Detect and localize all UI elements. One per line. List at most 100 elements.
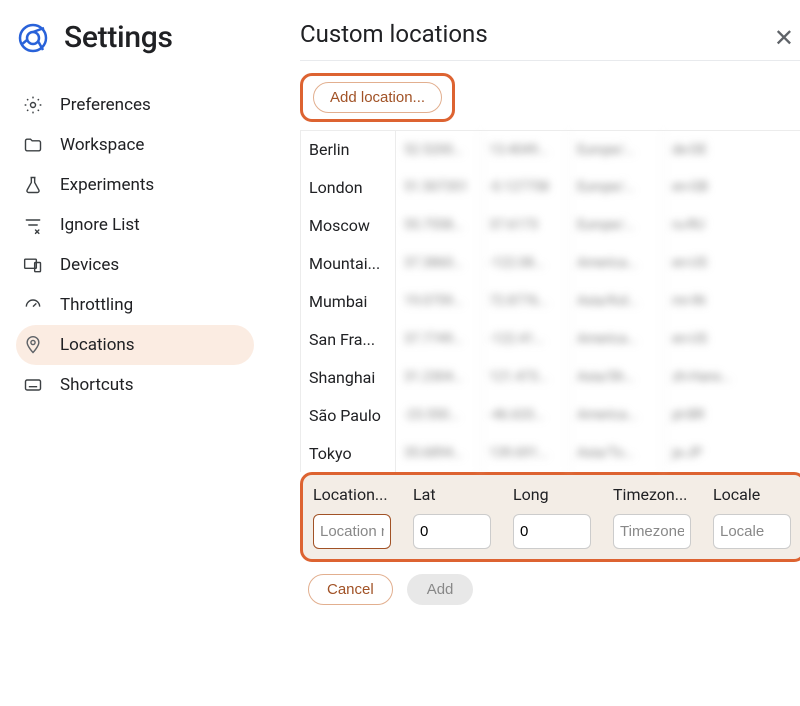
cell-lat: 52.5200...: [396, 131, 481, 168]
table-row[interactable]: Shanghai31.2304...121.473...Asia/Sh...zh…: [300, 358, 800, 396]
cell-name: Tokyo: [301, 434, 396, 472]
cell-locale: ja-JP: [664, 434, 744, 472]
cell-locale: pt-BR: [664, 396, 744, 434]
cell-tz: Europe/...: [569, 206, 664, 244]
input-timezone[interactable]: [613, 514, 691, 549]
nav-shortcuts[interactable]: Shortcuts: [16, 365, 254, 405]
gear-icon: [22, 94, 44, 116]
table-row[interactable]: San Fra...37.7749...-122.41...America...…: [300, 320, 800, 358]
form-footer: Cancel Add: [300, 562, 800, 617]
nav-item-label: Devices: [60, 255, 119, 275]
cell-lng: 139.691...: [481, 434, 569, 472]
keyboard-icon: [22, 374, 44, 396]
add-location-button[interactable]: Add location...: [313, 82, 442, 113]
cell-name: London: [301, 168, 396, 206]
cell-lng: 37.6173: [481, 206, 569, 244]
cell-lng: 72.8776...: [481, 282, 569, 320]
nav-item-label: Ignore List: [60, 215, 140, 235]
cell-name: Moscow: [301, 206, 396, 244]
input-lat[interactable]: [413, 514, 491, 549]
highlight-new-location-form: Location... Lat Long Timezon... Locale: [300, 472, 800, 562]
cell-lat: 37.7749...: [396, 320, 481, 358]
folder-icon: [22, 134, 44, 156]
cell-lat: 31.2304...: [396, 358, 481, 396]
cell-lng: -122.08...: [481, 244, 569, 282]
cell-lat: 51.507351: [396, 168, 481, 206]
label-lat: Lat: [413, 485, 493, 504]
table-row[interactable]: Mumbai19.0759...72.8776...Asia/Kol...mr-…: [300, 282, 800, 320]
cell-lng: 13.4049...: [481, 131, 569, 168]
cell-locale: en-US: [664, 244, 744, 282]
cell-lat: 35.6894...: [396, 434, 481, 472]
table-row[interactable]: Berlin52.5200...13.4049...Europe/...de-D…: [300, 130, 800, 168]
label-timezone: Timezon...: [613, 485, 693, 504]
chrome-logo-icon: [18, 23, 48, 53]
table-row[interactable]: London51.507351-0.127758Europe/...en-GB: [300, 168, 800, 206]
cell-tz: Asia/To...: [569, 434, 664, 472]
devices-icon: [22, 254, 44, 276]
cell-tz: America...: [569, 320, 664, 358]
cell-lng: -0.127758: [481, 168, 569, 206]
sidebar-nav: Preferences Workspace Experiments Ignore…: [16, 85, 254, 405]
gauge-icon: [22, 294, 44, 316]
nav-locations[interactable]: Locations: [16, 325, 254, 365]
cell-locale: mr-IN: [664, 282, 744, 320]
cell-lng: 121.473...: [481, 358, 569, 396]
cell-tz: America...: [569, 244, 664, 282]
cell-lat: -23.550...: [396, 396, 481, 434]
nav-devices[interactable]: Devices: [16, 245, 254, 285]
settings-sidebar: Settings Preferences Workspace Experimen…: [16, 20, 254, 706]
sidebar-header: Settings: [18, 20, 254, 55]
nav-experiments[interactable]: Experiments: [16, 165, 254, 205]
nav-throttling[interactable]: Throttling: [16, 285, 254, 325]
cell-name: Berlin: [301, 131, 396, 168]
cell-tz: America...: [569, 396, 664, 434]
input-location-name[interactable]: [313, 514, 391, 549]
cell-locale: zh-Hans...: [664, 358, 744, 396]
panel-title: Custom locations: [300, 20, 800, 48]
divider: [300, 60, 800, 61]
cell-lng: -122.41...: [481, 320, 569, 358]
locations-table: Berlin52.5200...13.4049...Europe/...de-D…: [300, 130, 800, 472]
nav-ignore-list[interactable]: Ignore List: [16, 205, 254, 245]
cell-name: Mountai...: [301, 244, 396, 282]
cell-tz: Europe/...: [569, 131, 664, 168]
table-row[interactable]: Tokyo35.6894...139.691...Asia/To...ja-JP: [300, 434, 800, 472]
cell-tz: Europe/...: [569, 168, 664, 206]
cell-locale: ru-RU: [664, 206, 744, 244]
nav-preferences[interactable]: Preferences: [16, 85, 254, 125]
nav-item-label: Experiments: [60, 175, 154, 195]
cell-tz: Asia/Sh...: [569, 358, 664, 396]
cell-name: San Fra...: [301, 320, 396, 358]
cell-lat: 55.7558...: [396, 206, 481, 244]
cancel-button[interactable]: Cancel: [308, 574, 393, 605]
cell-lng: -46.633...: [481, 396, 569, 434]
input-locale[interactable]: [713, 514, 791, 549]
location-pin-icon: [22, 334, 44, 356]
cell-name: Shanghai: [301, 358, 396, 396]
nav-item-label: Preferences: [60, 95, 151, 115]
nav-item-label: Workspace: [60, 135, 144, 155]
nav-item-label: Throttling: [60, 295, 133, 315]
table-row[interactable]: São Paulo-23.550...-46.633...America...p…: [300, 396, 800, 434]
flask-icon: [22, 174, 44, 196]
cell-name: Mumbai: [301, 282, 396, 320]
nav-item-label: Locations: [60, 335, 135, 355]
nav-workspace[interactable]: Workspace: [16, 125, 254, 165]
cell-locale: en-GB: [664, 168, 744, 206]
table-row[interactable]: Mountai...37.3860...-122.08...America...…: [300, 244, 800, 282]
input-long[interactable]: [513, 514, 591, 549]
close-icon[interactable]: ✕: [774, 26, 794, 50]
label-location-name: Location...: [313, 485, 393, 504]
cell-locale: de-DE: [664, 131, 744, 168]
highlight-add-location: Add location...: [300, 73, 455, 122]
cell-tz: Asia/Kol...: [569, 282, 664, 320]
cell-locale: en-US: [664, 320, 744, 358]
table-row[interactable]: Moscow55.7558...37.6173Europe/...ru-RU: [300, 206, 800, 244]
add-button[interactable]: Add: [407, 574, 474, 605]
filter-x-icon: [22, 214, 44, 236]
label-long: Long: [513, 485, 593, 504]
main-panel: ✕ Custom locations Add location... Berli…: [254, 20, 800, 706]
cell-lat: 19.0759...: [396, 282, 481, 320]
cell-name: São Paulo: [301, 396, 396, 434]
